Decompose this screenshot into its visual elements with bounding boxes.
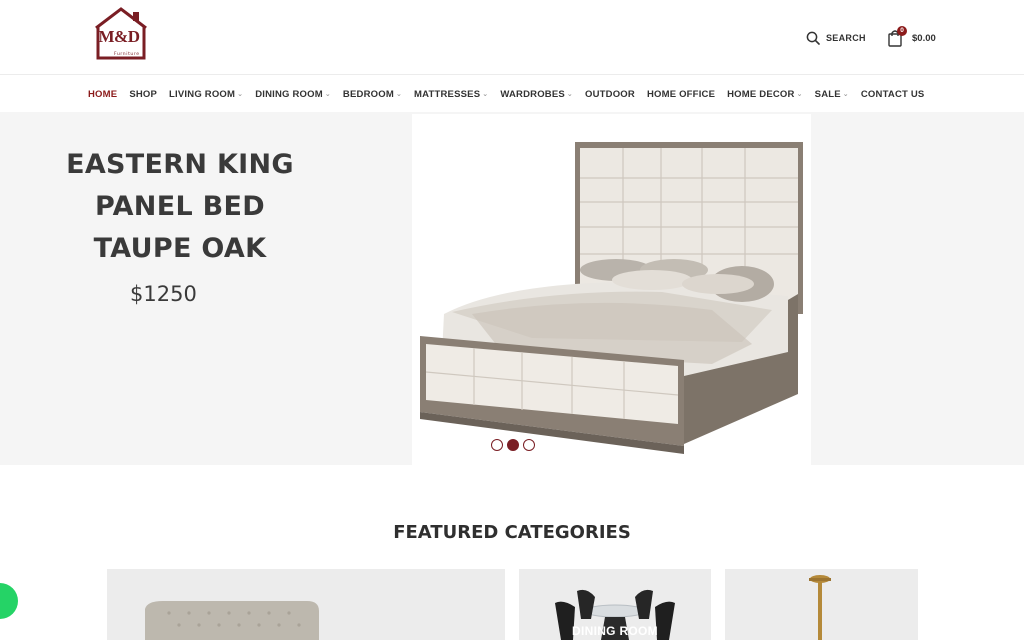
nav-item-outdoor[interactable]: OUTDOOR: [585, 89, 635, 100]
slider-dot-1[interactable]: [491, 439, 503, 451]
cart-button[interactable]: 0 $0.00: [887, 26, 936, 49]
panel-bed-image: [420, 142, 803, 454]
logo-subtext: Furniture: [114, 52, 140, 57]
chevron-down-icon: ⌄: [796, 91, 803, 98]
hero-title-line-2: PANEL BED: [95, 191, 265, 222]
category-label: DINING ROOM: [572, 624, 658, 638]
nav-item-mattresses[interactable]: MATTRESSES ⌄: [414, 89, 488, 100]
search-label: SEARCH: [826, 33, 866, 43]
brand-logo[interactable]: M&D Furniture: [90, 6, 152, 62]
nav-item-wardrobes[interactable]: WARDROBES ⌄: [500, 89, 573, 100]
nav-item-contact-us[interactable]: CONTACT US: [861, 89, 925, 100]
chevron-down-icon: ⌄: [237, 91, 244, 98]
hero-title: EASTERN KING PANEL BED TAUPE OAK: [60, 144, 300, 270]
nav-item-living-room[interactable]: LIVING ROOM ⌄: [169, 89, 243, 100]
site-header: M&D Furniture SEARCH 0 $0.00: [0, 0, 1024, 75]
main-nav: HOME SHOP LIVING ROOM ⌄ DINING ROOM ⌄ BEDROOM ⌄…: [0, 76, 1024, 112]
logo-text: M&D: [98, 27, 140, 46]
nav-item-dining-room[interactable]: DINING ROOM ⌄: [255, 89, 331, 100]
nav-item-home-office[interactable]: HOME OFFICE: [647, 89, 715, 100]
nav-item-label: WARDROBES: [500, 88, 565, 100]
chevron-down-icon: ⌄: [395, 91, 403, 98]
nav-item-label: LIVING ROOM: [169, 88, 236, 100]
whatsapp-chat-button[interactable]: [0, 583, 18, 619]
nav-item-home-decor[interactable]: HOME DECOR ⌄: [727, 89, 803, 100]
category-card-home-decor[interactable]: [725, 569, 918, 640]
upholstered-bed-image: [145, 601, 319, 640]
hero-title-line-1: EASTERN KING: [66, 149, 294, 180]
search-button[interactable]: SEARCH: [806, 29, 866, 47]
hero-product-image[interactable]: [412, 114, 811, 465]
hero-price: $1250: [130, 282, 197, 306]
nav-item-label: HOME OFFICE: [646, 88, 716, 100]
chevron-down-icon: ⌄: [324, 91, 331, 98]
featured-categories-heading: FEATURED CATEGORIES: [393, 522, 631, 543]
slider-dot-3[interactable]: [523, 439, 535, 451]
chevron-down-icon: ⌄: [842, 91, 849, 98]
nav-item-bedroom[interactable]: BEDROOM ⌄: [343, 89, 402, 100]
hero-title-line-3: TAUPE OAK: [93, 233, 267, 264]
chevron-down-icon: ⌄: [482, 91, 489, 98]
floor-lamp-image: [809, 575, 831, 640]
search-icon: [806, 31, 820, 45]
shopping-bag-icon: 0: [887, 26, 907, 47]
slider-dots: [491, 439, 535, 451]
nav-item-shop[interactable]: SHOP: [129, 89, 157, 100]
nav-item-label: BEDROOM: [342, 88, 394, 100]
nav-item-label: OUTDOOR: [585, 88, 635, 100]
nav-item-label: HOME: [88, 88, 118, 100]
nav-item-label: DINING ROOM: [255, 88, 323, 100]
nav-item-label: SALE: [814, 88, 841, 100]
category-card-dining-room[interactable]: DINING ROOM: [519, 569, 711, 640]
hero-slider: EASTERN KING PANEL BED TAUPE OAK $1250: [0, 112, 1024, 465]
cart-total: $0.00: [912, 32, 936, 44]
nav-item-label: SHOP: [129, 88, 158, 100]
nav-item-label: MATTRESSES: [414, 88, 481, 100]
nav-item-label: CONTACT US: [860, 88, 925, 100]
nav-list: HOME SHOP LIVING ROOM ⌄ DINING ROOM ⌄ BEDROOM ⌄…: [88, 76, 936, 112]
slider-dot-2[interactable]: [507, 439, 519, 451]
category-card-bedroom[interactable]: [107, 569, 505, 640]
nav-item-sale[interactable]: SALE ⌄: [815, 89, 849, 100]
cart-count-badge: 0: [897, 26, 907, 36]
chevron-down-icon: ⌄: [566, 91, 573, 98]
nav-item-home[interactable]: HOME: [88, 89, 117, 100]
nav-item-label: HOME DECOR: [727, 88, 795, 100]
